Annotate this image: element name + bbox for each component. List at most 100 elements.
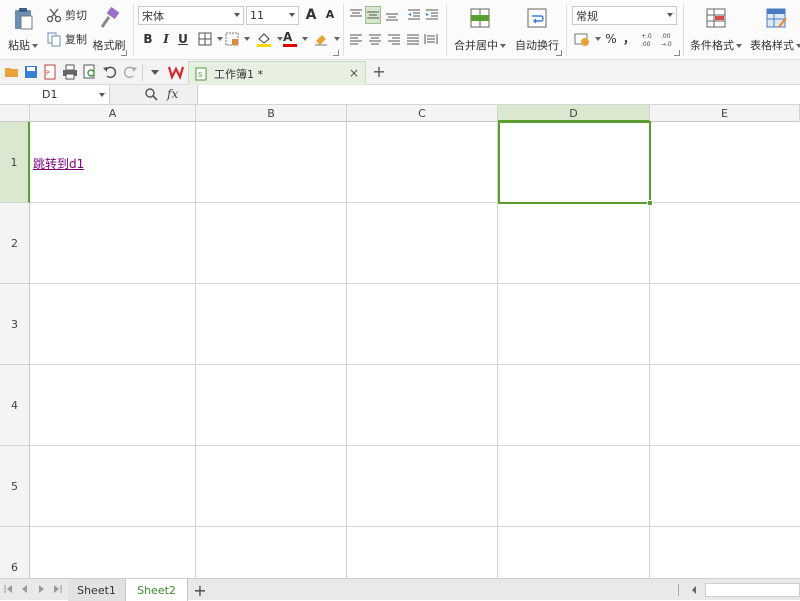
font-dialog-launcher[interactable] — [333, 50, 339, 56]
last-sheet-icon[interactable] — [52, 584, 62, 594]
row-header-6[interactable]: 6 — [0, 527, 30, 578]
spreadsheet-grid: A B C D E 1 2 3 4 5 6 跳转到d1 — [0, 105, 800, 578]
open-folder-icon[interactable] — [4, 64, 20, 80]
copy-icon — [47, 32, 61, 47]
column-header-b[interactable]: B — [196, 105, 347, 122]
percent-button[interactable]: % — [603, 30, 619, 48]
add-sheet-icon[interactable]: + — [190, 579, 210, 601]
paint-bucket-icon — [257, 33, 271, 47]
merge-center-button[interactable]: 合并居中 — [452, 4, 508, 56]
next-sheet-icon[interactable] — [36, 584, 46, 594]
print-preview-icon[interactable] — [82, 64, 98, 80]
font-size-select[interactable]: 11 — [246, 6, 299, 25]
selected-cell-d1[interactable] — [498, 121, 651, 204]
row-header-5[interactable]: 5 — [0, 446, 30, 527]
increase-decimal-icon: +.0 .00 — [641, 33, 652, 47]
font-color-bar — [283, 44, 297, 47]
wps-logo-icon[interactable] — [168, 64, 184, 80]
row-header-4[interactable]: 4 — [0, 365, 30, 446]
cut-button[interactable]: 剪切 — [46, 6, 87, 24]
align-bottom-button[interactable] — [385, 6, 399, 24]
number-format-select[interactable]: 常规 — [572, 6, 677, 25]
borders-button[interactable] — [198, 30, 223, 48]
document-tab[interactable]: S 工作簿1 * × — [188, 61, 366, 85]
print-icon[interactable] — [62, 64, 78, 80]
row-header-3[interactable]: 3 — [0, 284, 30, 365]
alignment-dialog-launcher[interactable] — [556, 50, 562, 56]
align-bottom-icon — [386, 13, 398, 21]
shrink-font-button[interactable]: A — [322, 6, 338, 24]
table-style-button[interactable]: 表格样式 — [748, 4, 800, 56]
column-header-a[interactable]: A — [30, 105, 196, 122]
column-header-c[interactable]: C — [347, 105, 498, 122]
align-top-button[interactable] — [349, 6, 363, 24]
sheet-tab-sheet1[interactable]: Sheet1 — [68, 579, 126, 601]
increase-indent-button[interactable] — [425, 6, 439, 24]
name-box-dropdown-icon[interactable] — [99, 93, 105, 97]
first-sheet-icon[interactable] — [4, 584, 14, 594]
conditional-format-button[interactable]: 条件格式 — [688, 4, 744, 56]
merge-cells-icon — [470, 8, 490, 28]
cell-a1[interactable]: 跳转到d1 — [30, 122, 195, 202]
redo-icon[interactable] — [122, 64, 138, 80]
row-header-2[interactable]: 2 — [0, 203, 30, 284]
clear-format-button[interactable] — [313, 30, 340, 48]
border-grid-icon — [198, 32, 212, 46]
ribbon-toolbar: 粘贴 剪切 复制 格式刷 宋体 11 A A B I U A 合并居中 自动换行… — [0, 0, 800, 60]
align-center-button[interactable] — [368, 30, 382, 48]
undo-icon[interactable] — [102, 64, 118, 80]
prev-sheet-icon[interactable] — [20, 584, 30, 594]
copy-button[interactable]: 复制 — [46, 30, 87, 48]
column-header-e[interactable]: E — [650, 105, 800, 122]
font-name-select[interactable]: 宋体 — [138, 6, 244, 25]
distributed-align-button[interactable] — [424, 30, 438, 48]
underline-button[interactable]: U — [175, 30, 191, 48]
format-painter-button[interactable]: 格式刷 — [90, 4, 128, 56]
cell-style-button[interactable] — [225, 30, 250, 48]
fill-color-button[interactable] — [256, 30, 283, 48]
decrease-decimal-icon: .00 →.0 — [661, 33, 672, 47]
bold-button[interactable]: B — [140, 30, 156, 48]
currency-format-button[interactable] — [574, 30, 601, 48]
decrease-indent-button[interactable] — [407, 6, 421, 24]
fill-handle[interactable] — [647, 200, 653, 206]
sheet-tab-sheet2[interactable]: Sheet2 — [126, 579, 188, 601]
save-icon[interactable] — [23, 64, 39, 80]
hyperlink-to-d1[interactable]: 跳转到d1 — [33, 155, 84, 172]
clipboard-dialog-launcher[interactable] — [121, 50, 127, 56]
row-header-1[interactable]: 1 — [0, 122, 30, 203]
wrap-text-button[interactable]: 自动换行 — [512, 4, 562, 56]
justify-button[interactable] — [406, 30, 420, 48]
grow-font-button[interactable]: A — [303, 6, 319, 24]
conditional-format-icon — [706, 8, 726, 28]
align-middle-icon — [367, 11, 379, 19]
formula-input[interactable] — [198, 85, 800, 104]
zoom-search-icon[interactable] — [144, 87, 158, 101]
align-center-icon — [369, 34, 381, 45]
indent-icon — [426, 9, 438, 20]
increase-decimal-button[interactable]: +.0 .00 — [641, 30, 657, 48]
customize-toolbar-icon[interactable] — [147, 64, 163, 80]
paste-button[interactable]: 粘贴 — [4, 4, 42, 56]
align-middle-button[interactable] — [365, 6, 381, 24]
align-left-button[interactable] — [349, 30, 363, 48]
distributed-icon — [424, 34, 438, 44]
decrease-decimal-button[interactable]: .00 →.0 — [661, 30, 677, 48]
number-dialog-launcher[interactable] — [674, 50, 680, 56]
table-style-icon — [766, 8, 787, 28]
horizontal-scrollbar-thumb[interactable] — [705, 583, 800, 597]
column-header-d[interactable]: D — [498, 105, 650, 122]
align-right-button[interactable] — [387, 30, 401, 48]
new-tab-icon[interactable]: + — [370, 62, 388, 82]
comma-style-button[interactable]: ， — [621, 30, 637, 48]
name-box[interactable]: D1 — [0, 85, 110, 104]
italic-button[interactable]: I — [158, 30, 174, 48]
justify-icon — [407, 34, 419, 45]
export-pdf-icon[interactable]: P — [42, 64, 58, 80]
insert-function-button[interactable]: fx — [167, 87, 178, 101]
svg-text:+.0: +.0 — [641, 33, 652, 40]
close-tab-icon[interactable]: × — [349, 66, 359, 80]
scroll-left-icon[interactable] — [690, 585, 698, 595]
select-all-corner[interactable] — [0, 105, 30, 122]
font-color-button[interactable]: A — [283, 30, 308, 48]
